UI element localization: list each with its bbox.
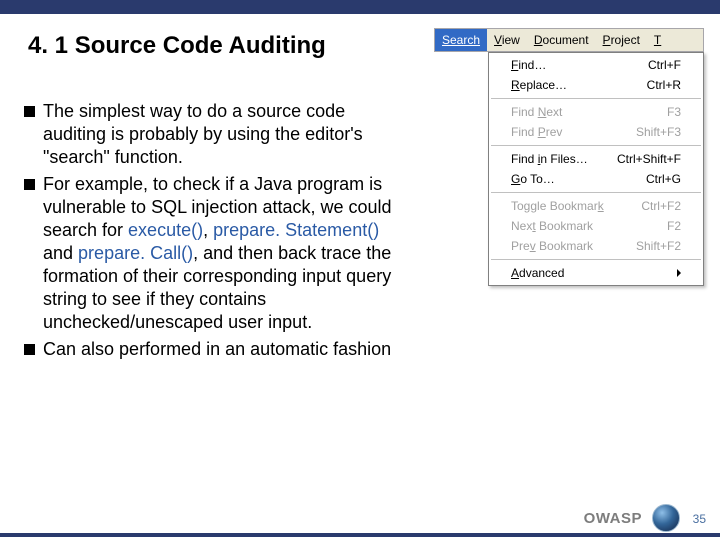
menu-item-find-in-files[interactable]: Find in Files… Ctrl+Shift+F (489, 149, 703, 169)
menu-item-find[interactable]: Find… Ctrl+F (489, 55, 703, 75)
bullet-square-icon (24, 344, 35, 355)
menu-item-replace[interactable]: Replace… Ctrl+R (489, 75, 703, 95)
menu-separator (491, 98, 701, 99)
bullet-2: For example, to check if a Java program … (24, 173, 404, 334)
menu-search[interactable]: Search (435, 29, 487, 51)
footer-owasp-label: OWASP (584, 510, 642, 527)
menu-view[interactable]: View (487, 29, 527, 51)
highlight-prepare-call: prepare. Call() (78, 243, 193, 263)
editor-menubar: Search View Document Project T (434, 28, 704, 52)
owasp-logo-icon (652, 504, 680, 532)
footer: OWASP (0, 500, 720, 536)
menu-item-advanced[interactable]: Advanced (489, 263, 703, 283)
highlight-prepare-statement: prepare. Statement() (213, 220, 379, 240)
menu-tools-truncated[interactable]: T (647, 29, 668, 51)
bottom-accent-bar (0, 533, 720, 537)
menu-item-next-bookmark: Next Bookmark F2 (489, 216, 703, 236)
search-dropdown: Find… Ctrl+F Replace… Ctrl+R Find Next F… (488, 52, 704, 286)
menu-project[interactable]: Project (596, 29, 647, 51)
menu-separator (491, 192, 701, 193)
bullet-2-text: For example, to check if a Java program … (43, 173, 404, 334)
menu-separator (491, 145, 701, 146)
submenu-arrow-icon (677, 269, 681, 277)
menu-item-goto[interactable]: Go To… Ctrl+G (489, 169, 703, 189)
menu-item-find-next: Find Next F3 (489, 102, 703, 122)
menu-separator (491, 259, 701, 260)
bullet-3: Can also performed in an automatic fashi… (24, 338, 404, 361)
slide: 4. 1 Source Code Auditing Search View Do… (0, 0, 720, 540)
bullet-square-icon (24, 106, 35, 117)
menu-item-toggle-bookmark: Toggle Bookmark Ctrl+F2 (489, 196, 703, 216)
page-number: 35 (693, 512, 706, 526)
highlight-execute: execute() (128, 220, 203, 240)
body-text: The simplest way to do a source code aud… (24, 100, 404, 365)
bullet-3-text: Can also performed in an automatic fashi… (43, 338, 391, 361)
menu-item-find-prev: Find Prev Shift+F3 (489, 122, 703, 142)
bullet-1-text: The simplest way to do a source code aud… (43, 100, 404, 169)
menu-document[interactable]: Document (527, 29, 596, 51)
top-accent-bar (0, 0, 720, 14)
bullet-1: The simplest way to do a source code aud… (24, 100, 404, 169)
menu-item-prev-bookmark: Prev Bookmark Shift+F2 (489, 236, 703, 256)
bullet-square-icon (24, 179, 35, 190)
